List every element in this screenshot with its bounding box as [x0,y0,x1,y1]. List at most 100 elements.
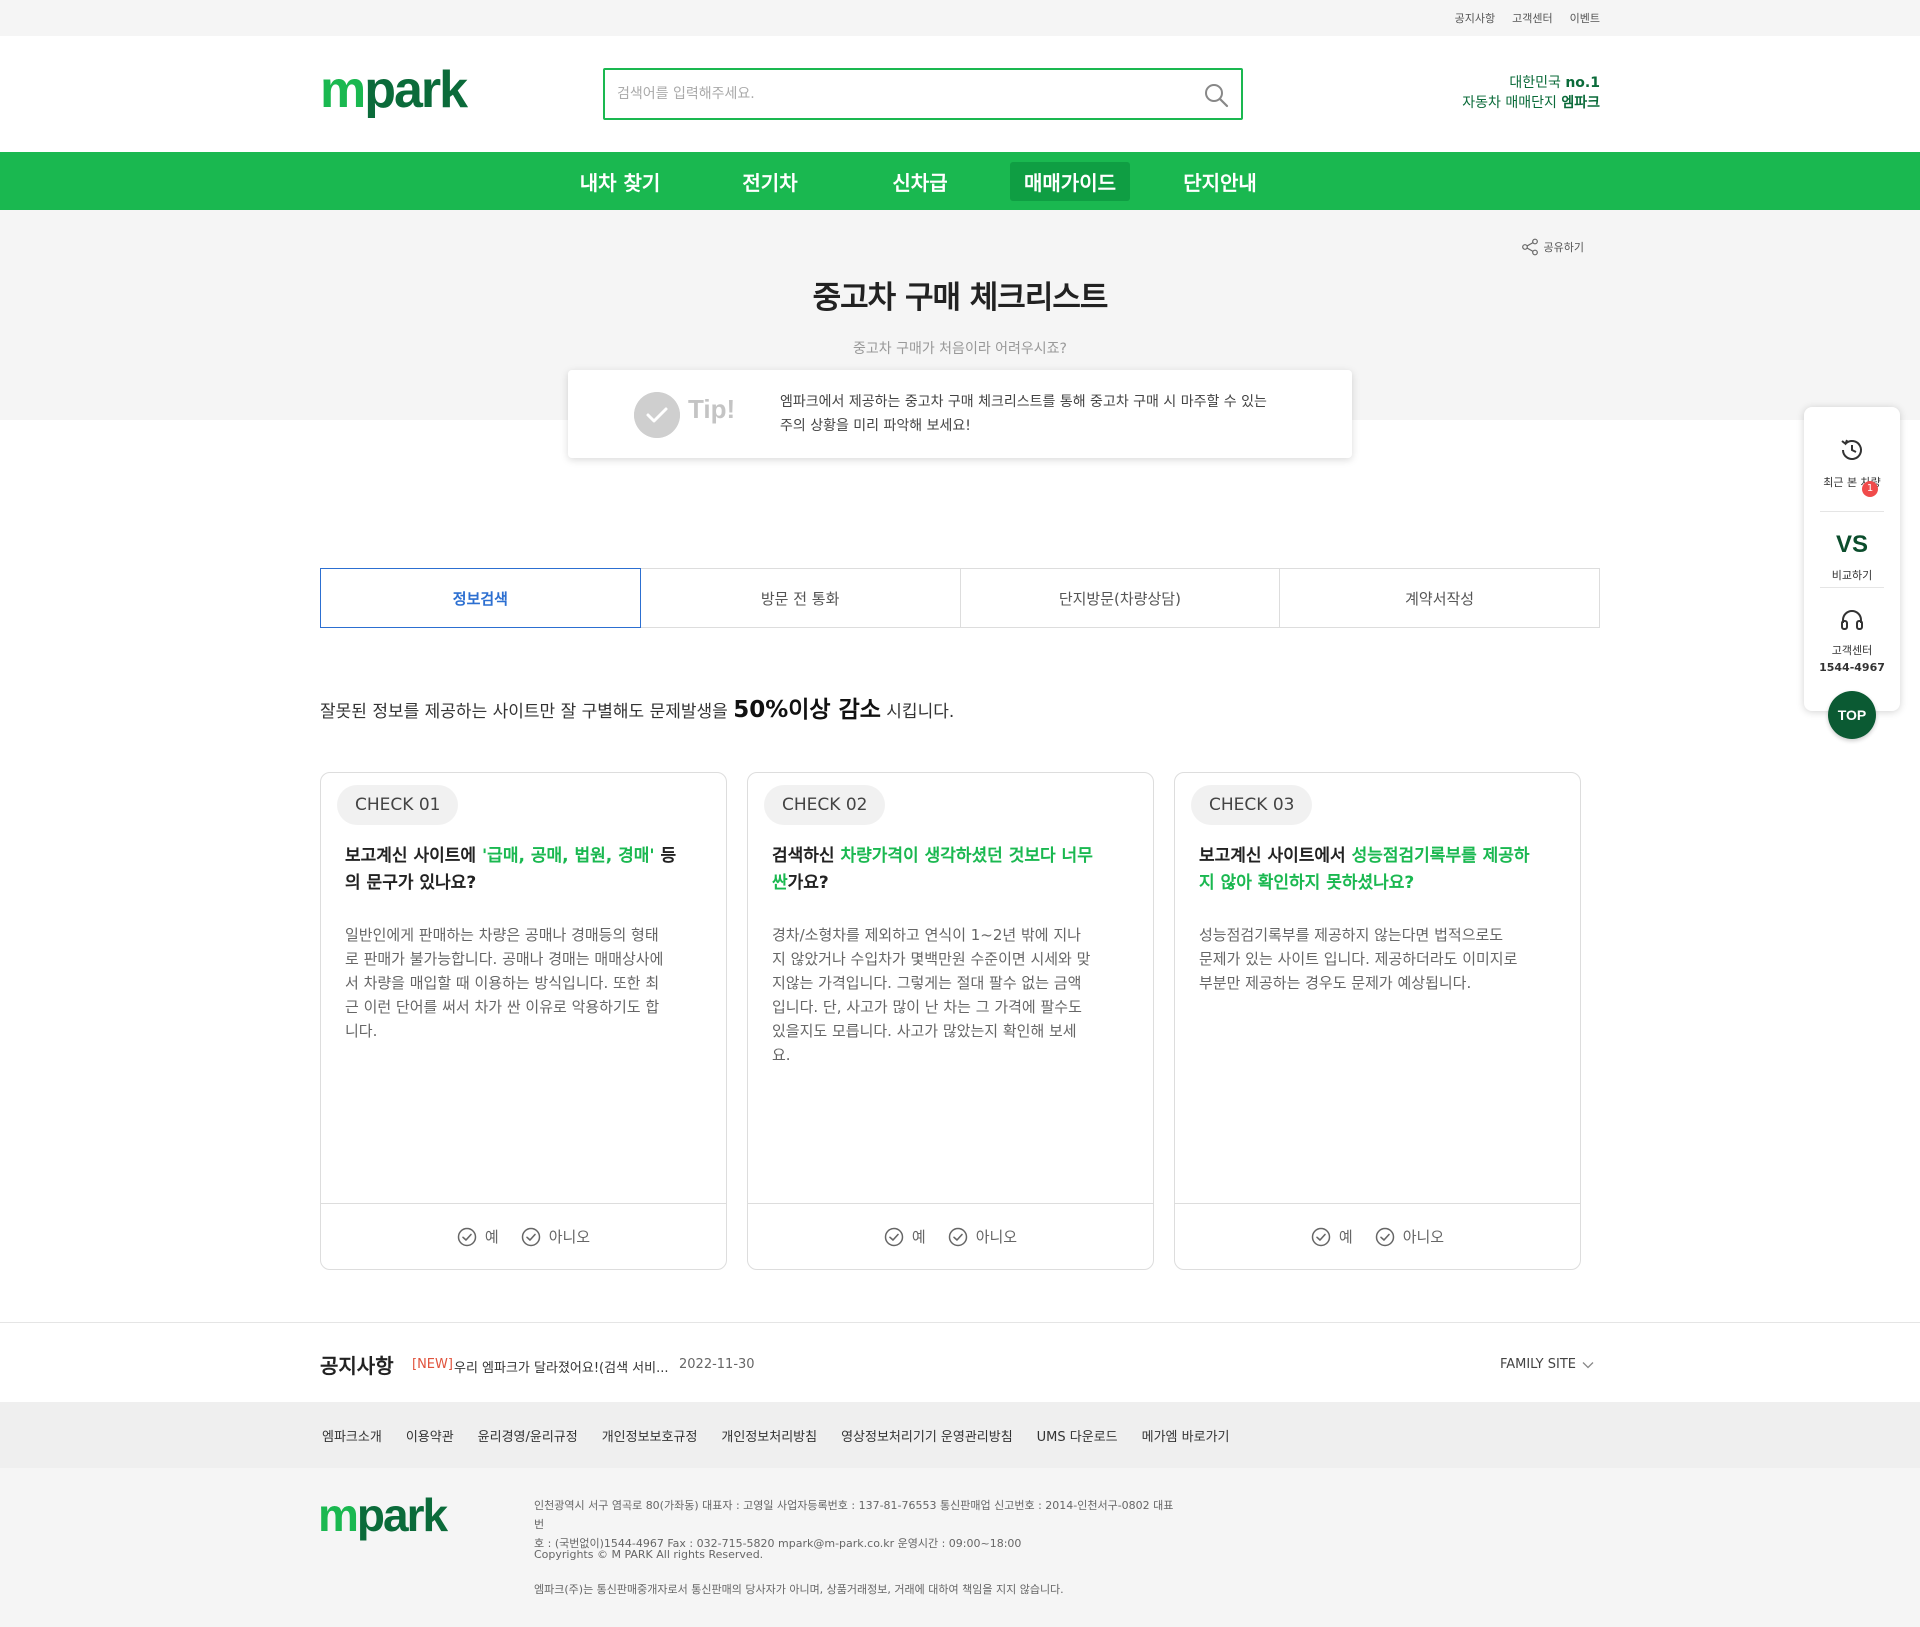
tab-contract[interactable]: 계약서작성 [1279,568,1600,628]
check-circle-icon [884,1227,904,1246]
share-icon [1521,238,1538,256]
slogan-line1: 대한민국 [1509,75,1561,91]
nav-label: 신차급 [892,170,948,195]
quick-recent-cars[interactable]: 1 최근 본 차량 [1814,435,1890,497]
question-text: 가요? [787,873,829,893]
footer-link-terms[interactable]: 이용약관 [406,1426,454,1445]
mpark-logo[interactable]: mpark [320,61,468,119]
util-link-notice[interactable]: 공지사항 [1455,10,1495,26]
notice-new-badge: [NEW] [412,1357,453,1372]
share-label: 공유하기 [1543,241,1584,254]
utility-links: 공지사항 고객센터 이벤트 [1455,10,1600,26]
question-text: 보고계신 사이트에 [345,846,482,866]
check-question: 보고계신 사이트에 '급매, 공매, 법원, 경매' 등의 문구가 있나요? [345,843,685,897]
copyright: Copyrights © M PARK All rights Reserved. [534,1548,764,1561]
divider [1820,511,1884,512]
page-subtitle: 중고차 구매가 처음이라 어려우시죠? [853,341,1067,357]
nav-label: 단지안내 [1183,170,1257,195]
step-tabs: 정보검색 방문 전 통화 단지방문(차량상담) 계약서작성 [320,568,1600,628]
check-badge: CHECK 02 [764,785,886,825]
disclaimer: 엠파크(주)는 통신판매중개자로서 통신판매의 당사자가 아니며, 상품거래정보… [534,1583,1064,1596]
check-card: CHECK 02 검색하신 차량가격이 생각하셨던 것보다 너무 싼가요? 경차… [747,772,1154,1270]
footer-link-cctv-policy[interactable]: 영상정보처리기기 운영관리방침 [841,1426,1013,1445]
family-site-label: FAMILY SITE [1499,1357,1576,1372]
tip-label: Tip! [688,394,736,424]
check-badge: CHECK 03 [1191,785,1313,825]
question-text: 검색하신 [772,846,841,866]
tab-call-before-visit[interactable]: 방문 전 통화 [639,568,961,628]
footer-logo: mpark [318,1489,448,1541]
util-link-event[interactable]: 이벤트 [1570,10,1600,26]
answer-no-label: 아니오 [548,1228,591,1246]
quick-cs-phone: 1544-4967 [1819,661,1885,674]
search-box [603,68,1243,120]
lead-after: 시킵니다. [880,702,955,722]
check-circle-icon [521,1227,540,1246]
footer-link-ums-download[interactable]: UMS 다운로드 [1037,1426,1118,1445]
answer-options: 예 아니오 [321,1203,726,1269]
check-circle-icon [457,1227,477,1246]
footer-link-about[interactable]: 엠파크소개 [322,1426,382,1445]
share-button[interactable]: 공유하기 [1521,238,1584,256]
company-info-line1: 인천광역시 서구 염곡로 80(가좌동) 대표자 : 고영일 사업자등록번호 :… [534,1499,1174,1531]
footer-link-privacy-policy[interactable]: 개인정보처리방침 [721,1426,817,1445]
nav-item-new-grade[interactable]: 신차급 [845,152,995,210]
tip-text: 엠파크에서 제공하는 중고차 구매 체크리스트를 통해 중고차 구매 시 마주할… [780,390,1320,438]
search-icon[interactable] [1201,80,1231,110]
answer-no[interactable]: 아니오 [521,1226,590,1247]
answer-yes[interactable]: 예 [1311,1226,1353,1247]
main-nav: 내차 찾기 전기차 신차급 매매가이드 단지안내 [0,152,1920,210]
notice-link[interactable]: 우리 엠파크가 달라졌어요!(검색 서비... [454,1357,668,1376]
slogan-line2: 자동차 매매단지 [1462,95,1557,111]
headset-icon [1841,610,1863,630]
answer-no-label: 아니오 [975,1228,1018,1246]
check-description: 성능점검기록부를 제공하지 않는다면 법적으로도 문제가 있는 사이트 입니다.… [1199,926,1518,992]
tab-complex-visit[interactable]: 단지방문(차량상담) [959,568,1281,628]
nav-item-find-car[interactable]: 내차 찾기 [545,152,695,210]
search-input[interactable] [605,70,1241,118]
check-card: CHECK 01 보고계신 사이트에 '급매, 공매, 법원, 경매' 등의 문… [320,772,727,1270]
question-highlight: '급매, 공매, 법원, 경매' [481,846,655,866]
check-card: CHECK 03 보고계신 사이트에서 성능점검기록부를 제공하지 않아 확인하… [1174,772,1581,1270]
slogan-brand: 엠파크 [1561,95,1600,111]
quick-recent-label: 최근 본 차량 [1823,476,1881,489]
header: mpark 대한민국 no.1 자동차 매매단지 엠파크 [0,36,1920,152]
nav-item-complex[interactable]: 단지안내 [1145,152,1295,210]
history-icon [1841,439,1862,460]
footer-link-megam[interactable]: 메가엠 바로가기 [1142,1426,1230,1445]
quick-compare[interactable]: VS 비교하기 [1814,533,1890,583]
check-circle-icon [634,392,680,438]
chevron-down-icon [1582,1361,1594,1368]
footer-links-bar: 엠파크소개 이용약관 윤리경영/윤리규정 개인정보보호규정 개인정보처리방침 영… [0,1402,1920,1468]
check-circle-icon [1311,1227,1331,1246]
logo-park: park [356,1489,448,1541]
tip-text-line1: 엠파크에서 제공하는 중고차 구매 체크리스트를 통해 중고차 구매 시 마주할… [780,394,1267,410]
answer-no[interactable]: 아니오 [948,1226,1017,1247]
answer-yes-label: 예 [484,1228,499,1246]
quick-cs-label: 고객센터 [1831,644,1873,657]
notice-bar: 공지사항 [NEW] 우리 엠파크가 달라졌어요!(검색 서비... 2022-… [0,1322,1920,1402]
answer-no[interactable]: 아니오 [1375,1226,1444,1247]
lead-strong: 50%이상 감소 [733,697,881,723]
nav-item-ev[interactable]: 전기차 [695,152,845,210]
util-link-support[interactable]: 고객센터 [1512,10,1552,26]
nav-label: 전기차 [742,170,798,195]
quick-customer-center[interactable]: 고객센터 1544-4967 [1814,607,1890,674]
slogan-no1: no.1 [1565,75,1600,91]
recent-count-badge: 1 [1862,481,1878,497]
answer-yes[interactable]: 예 [457,1226,499,1247]
footer-link-privacy-rules[interactable]: 개인정보보호규정 [602,1426,698,1445]
divider [1820,587,1884,588]
nav-item-guide[interactable]: 매매가이드 [995,152,1145,210]
notice-title: 공지사항 [320,1354,394,1378]
footer-link-ethics[interactable]: 윤리경영/윤리규정 [478,1426,578,1445]
logo-park: park [364,61,468,119]
nav-label: 내차 찾기 [579,170,661,195]
vs-icon: VS [1835,531,1868,558]
answer-yes[interactable]: 예 [884,1226,926,1247]
tab-info-search[interactable]: 정보검색 [320,568,641,628]
check-question: 검색하신 차량가격이 생각하셨던 것보다 너무 싼가요? [772,843,1112,897]
family-site-select[interactable]: FAMILY SITE [1500,1357,1594,1372]
answer-options: 예 아니오 [1175,1203,1580,1269]
scroll-top-button[interactable]: TOP [1828,691,1876,739]
